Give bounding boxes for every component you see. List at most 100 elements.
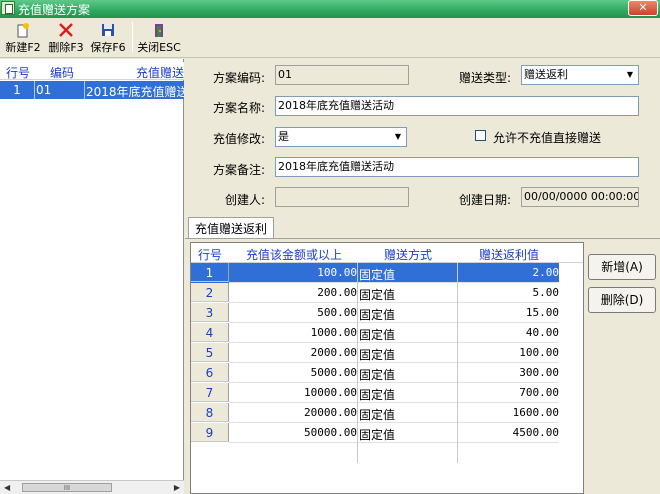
- list-header-no: 行号: [6, 66, 31, 80]
- close-button-label: 关闭ESC: [137, 41, 181, 54]
- new-button-label: 新建F2: [5, 41, 41, 54]
- recharge-modify-select[interactable]: 是 ▼: [275, 127, 407, 147]
- close-button[interactable]: 关闭ESC: [136, 20, 182, 56]
- scheme-name-label: 方案名称:: [213, 101, 266, 115]
- rebate-value-cell[interactable]: 15.00: [459, 306, 559, 319]
- gift-way-cell[interactable]: 固定值: [359, 426, 457, 443]
- table-row[interactable]: 2 200.00 固定值 5.00: [191, 283, 583, 303]
- rebate-value-cell[interactable]: 5.00: [459, 286, 560, 299]
- exit-door-icon: [151, 22, 167, 38]
- grid-header-value: 赠送返利值: [478, 248, 539, 262]
- list-horizontal-scrollbar[interactable]: ◀ III ▶: [0, 480, 184, 494]
- table-row[interactable]: 5 2000.00 固定值 100.00: [191, 343, 583, 363]
- chevron-down-icon[interactable]: ▼: [390, 128, 406, 146]
- row-number: 2: [191, 283, 229, 302]
- scheme-name-field[interactable]: 2018年底充值赠送活动: [275, 96, 639, 116]
- list-item-name: 2018年底充值赠送活: [86, 85, 184, 99]
- gift-way-cell[interactable]: 固定值: [359, 406, 457, 423]
- gift-way-cell[interactable]: 固定值: [359, 346, 457, 363]
- save-button[interactable]: 保存F6: [88, 20, 128, 56]
- gift-way-cell[interactable]: 固定值: [359, 306, 457, 323]
- delete-button[interactable]: 删除F3: [46, 20, 86, 56]
- rebate-value-cell[interactable]: 40.00: [459, 326, 559, 339]
- scroll-left-icon[interactable]: ◀: [4, 483, 10, 492]
- gift-type-label: 赠送类型:: [459, 71, 512, 85]
- new-document-icon: [15, 22, 31, 38]
- row-number: 1: [191, 263, 229, 282]
- close-window-button[interactable]: ✕: [628, 0, 658, 16]
- gift-type-select[interactable]: 赠送返利 ▼: [521, 65, 639, 85]
- amount-cell[interactable]: 1000.00: [231, 326, 357, 339]
- row-number: 6: [191, 363, 229, 382]
- table-row[interactable]: 9 50000.00 固定值 4500.00: [191, 423, 583, 443]
- table-row[interactable]: 6 5000.00 固定值 300.00: [191, 363, 583, 383]
- scrollbar-thumb[interactable]: III: [22, 483, 112, 492]
- creator-label: 创建人:: [225, 193, 266, 207]
- delete-button-label: 删除F3: [48, 41, 84, 54]
- row-number: 8: [191, 403, 229, 422]
- gift-way-cell[interactable]: 固定值: [359, 366, 457, 383]
- list-column-divider: [34, 80, 35, 99]
- rebate-value-cell[interactable]: 4500.00: [459, 426, 559, 439]
- allow-direct-gift-checkbox[interactable]: [475, 130, 486, 141]
- creator-field: [275, 187, 409, 207]
- amount-cell[interactable]: 2000.00: [231, 346, 357, 359]
- new-button[interactable]: 新建F2: [4, 20, 42, 56]
- rebate-value-cell[interactable]: 1600.00: [459, 406, 559, 419]
- amount-cell[interactable]: 100.00: [231, 266, 357, 279]
- scheme-remark-label: 方案备注:: [213, 163, 266, 177]
- row-number: 3: [191, 303, 229, 322]
- list-column-divider: [84, 80, 85, 99]
- scheme-list-header: 行号 编码 充值赠送: [0, 62, 184, 80]
- tab-recharge-rebate[interactable]: 充值赠送返利: [188, 217, 275, 238]
- list-item-code: 01: [36, 83, 52, 97]
- scroll-right-icon[interactable]: ▶: [174, 483, 180, 492]
- recharge-modify-label: 充值修改:: [213, 132, 266, 146]
- row-number: 4: [191, 323, 229, 342]
- grid-header-no: 行号: [197, 248, 222, 262]
- row-number: 9: [191, 423, 229, 442]
- list-item-no: 1: [13, 83, 21, 97]
- rebate-grid: 行号 充值该金额或以上 赠送方式 赠送返利值 1 100.00 固定值 2.00 2 20…: [190, 242, 584, 494]
- list-item[interactable]: 1 01 2018年底充值赠送活: [0, 81, 184, 99]
- gift-way-cell[interactable]: 固定值: [359, 386, 457, 403]
- grid-header-way: 赠送方式: [383, 248, 432, 262]
- chevron-down-icon[interactable]: ▼: [622, 66, 638, 84]
- allow-direct-gift-label: 允许不充值直接赠送: [493, 131, 602, 145]
- amount-cell[interactable]: 10000.00: [231, 386, 357, 399]
- grid-header: 行号 充值该金额或以上 赠送方式 赠送返利值: [191, 243, 583, 263]
- delete-row-button[interactable]: 删除(D): [588, 287, 656, 313]
- amount-cell[interactable]: 5000.00: [231, 366, 357, 379]
- rebate-value-cell[interactable]: 700.00: [459, 386, 559, 399]
- gift-type-value: 赠送返利: [524, 68, 568, 81]
- table-row[interactable]: 7 10000.00 固定值 700.00: [191, 383, 583, 403]
- row-divider: [229, 442, 559, 443]
- table-row[interactable]: 1 100.00 固定值 2.00: [191, 263, 583, 283]
- amount-cell[interactable]: 20000.00: [231, 406, 357, 419]
- grid-column-divider: [357, 263, 358, 463]
- tab-strip: 充值赠送返利: [185, 214, 660, 238]
- table-row[interactable]: 3 500.00 固定值 15.00: [191, 303, 583, 323]
- scheme-form: 方案编码: 01 赠送类型: 赠送返利 ▼ 方案名称: 2018年底充值赠送活动…: [185, 59, 660, 213]
- save-disk-icon: [100, 22, 116, 38]
- title-bar: 充值赠送方案 ✕: [0, 0, 660, 18]
- amount-cell[interactable]: 500.00: [231, 306, 357, 319]
- table-row[interactable]: 8 20000.00 固定值 1600.00: [191, 403, 583, 423]
- gift-way-cell[interactable]: 固定值: [359, 326, 457, 343]
- add-row-button[interactable]: 新增(A): [588, 254, 656, 280]
- scheme-remark-field[interactable]: 2018年底充值赠送活动: [275, 157, 639, 177]
- gift-way-cell[interactable]: 固定值: [359, 286, 457, 303]
- gift-way-cell[interactable]: 固定值: [359, 266, 457, 283]
- rebate-value-cell[interactable]: 2.00: [459, 266, 560, 279]
- amount-cell[interactable]: 200.00: [231, 286, 357, 299]
- list-header-code: 编码: [50, 66, 75, 80]
- toolbar-separator: [132, 22, 133, 52]
- window-title: 充值赠送方案: [18, 3, 91, 17]
- scheme-code-field: 01: [275, 65, 409, 85]
- rebate-value-cell[interactable]: 100.00: [459, 346, 559, 359]
- table-row[interactable]: 4 1000.00 固定值 40.00: [191, 323, 583, 343]
- amount-cell[interactable]: 50000.00: [231, 426, 357, 439]
- rebate-value-cell[interactable]: 300.00: [459, 366, 559, 379]
- grid-column-divider: [457, 263, 458, 463]
- scheme-code-label: 方案编码:: [213, 71, 266, 85]
